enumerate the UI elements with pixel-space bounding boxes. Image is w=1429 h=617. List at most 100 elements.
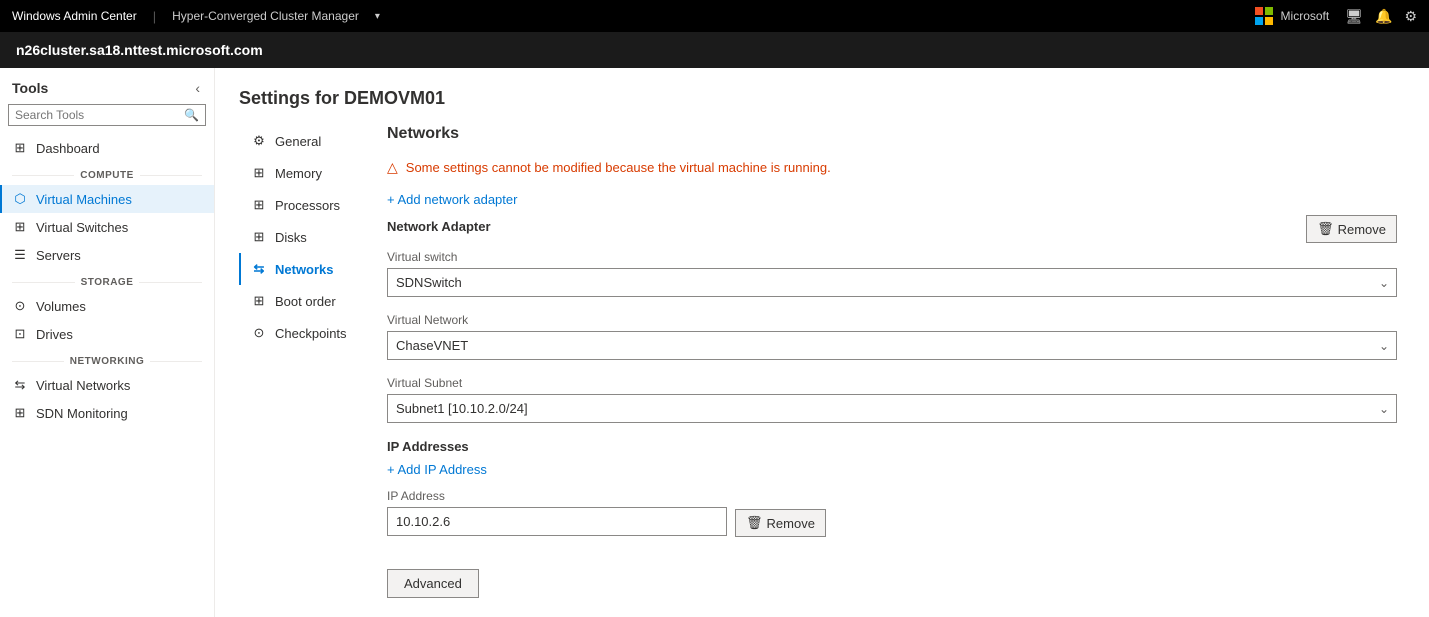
ms-logo-blue (1255, 17, 1263, 25)
virtual-network-select[interactable]: ChaseVNET (387, 331, 1397, 360)
remove-ip-button[interactable]: 🗑 Remove (735, 509, 826, 537)
sidebar-item-label: Drives (36, 327, 73, 342)
left-nav-boot-order[interactable]: ⊞ Boot order (239, 285, 379, 317)
hostname-label: n26cluster.sa18.nttest.microsoft.com (16, 42, 263, 58)
sdn-monitoring-icon: ⊞ (12, 405, 28, 421)
left-nav-memory-label: Memory (275, 166, 322, 181)
left-nav-memory[interactable]: ⊞ Memory (239, 157, 379, 189)
boot-order-icon: ⊞ (251, 293, 267, 309)
cluster-chevron-icon[interactable]: ▾ (375, 11, 380, 22)
left-nav-disks[interactable]: ⊞ Disks (239, 221, 379, 253)
content-area: ⚙ General ⊞ Memory ⊞ Processors ⊞ Disks … (239, 125, 1405, 598)
add-network-adapter-link[interactable]: + Add network adapter (387, 192, 1397, 207)
virtual-subnet-select-wrapper: Subnet1 [10.10.2.0/24] ⌄ (387, 394, 1397, 423)
search-box[interactable]: 🔍 (8, 104, 206, 126)
sidebar-item-virtual-networks[interactable]: ⇆ Virtual Networks (0, 371, 214, 399)
virtual-network-field: Virtual Network ChaseVNET ⌄ (387, 313, 1397, 360)
sidebar-item-label: Dashboard (36, 141, 100, 156)
virtual-networks-icon: ⇆ (12, 377, 28, 393)
search-input[interactable] (15, 108, 184, 122)
disks-icon: ⊞ (251, 229, 267, 245)
settings-icon[interactable]: ⚙ (1404, 8, 1417, 25)
volumes-icon: ⊙ (12, 298, 28, 314)
sidebar-item-dashboard[interactable]: ⊞ Dashboard (0, 134, 214, 162)
network-adapter-group: Network Adapter 🗑 Remove Virtual switch … (387, 219, 1397, 598)
add-ip-address-link[interactable]: + Add IP Address (387, 462, 1397, 477)
app-title: Windows Admin Center (12, 9, 137, 23)
general-icon: ⚙ (251, 133, 267, 149)
ip-address-row: IP Address 🗑 Remove (387, 489, 1397, 537)
sidebar-collapse-button[interactable]: ‹ (193, 78, 202, 98)
adapter-header-row: Network Adapter 🗑 Remove (387, 219, 1397, 242)
ip-addresses-label: IP Addresses (387, 439, 1397, 454)
sidebar-item-drives[interactable]: ⊡ Drives (0, 320, 214, 348)
servers-icon: ☰ (12, 247, 28, 263)
remove-adapter-button[interactable]: 🗑 Remove (1306, 215, 1397, 243)
notifications-icon[interactable]: 🔔 (1375, 8, 1392, 25)
virtual-switches-icon: ⊞ (12, 219, 28, 235)
virtual-switch-label: Virtual switch (387, 250, 1397, 264)
virtual-network-select-wrapper: ChaseVNET ⌄ (387, 331, 1397, 360)
topbar-separator: | (153, 9, 156, 24)
sidebar-header: Tools ‹ (0, 68, 214, 104)
virtual-switch-field: Virtual switch SDNSwitch ⌄ (387, 250, 1397, 297)
left-nav-processors-label: Processors (275, 198, 340, 213)
left-nav-disks-label: Disks (275, 230, 307, 245)
left-nav-checkpoints-label: Checkpoints (275, 326, 347, 341)
left-nav-networks-label: Networks (275, 262, 334, 277)
virtual-subnet-select[interactable]: Subnet1 [10.10.2.0/24] (387, 394, 1397, 423)
microsoft-label: Microsoft (1281, 9, 1330, 23)
memory-icon: ⊞ (251, 165, 267, 181)
warning-icon: △ (387, 159, 398, 176)
advanced-button[interactable]: Advanced (387, 569, 479, 598)
dashboard-icon: ⊞ (12, 140, 28, 156)
sidebar-title: Tools (12, 80, 48, 96)
warning-bar: △ Some settings cannot be modified becau… (387, 159, 1397, 176)
sidebar-item-sdn-monitoring[interactable]: ⊞ SDN Monitoring (0, 399, 214, 427)
sidebar-item-label: SDN Monitoring (36, 406, 128, 421)
virtual-network-label: Virtual Network (387, 313, 1397, 327)
warning-text: Some settings cannot be modified because… (406, 160, 831, 175)
hostbar: n26cluster.sa18.nttest.microsoft.com (0, 32, 1429, 68)
left-nav-general[interactable]: ⚙ General (239, 125, 379, 157)
sidebar-item-label: Servers (36, 248, 81, 263)
trash-icon: 🗑 (1317, 221, 1334, 237)
sidebar-section-networking: Networking (0, 348, 214, 371)
sidebar-item-label: Virtual Networks (36, 378, 130, 393)
sidebar: Tools ‹ 🔍 ⊞ Dashboard Compute ⬡ Virtual … (0, 68, 215, 617)
sidebar-item-volumes[interactable]: ⊙ Volumes (0, 292, 214, 320)
left-nav-processors[interactable]: ⊞ Processors (239, 189, 379, 221)
add-ip-label: + Add IP Address (387, 462, 487, 477)
ms-logo-yellow (1265, 17, 1273, 25)
left-nav-boot-order-label: Boot order (275, 294, 336, 309)
topbar: Windows Admin Center | Hyper-Converged C… (0, 0, 1429, 32)
ip-address-input[interactable] (387, 507, 727, 536)
left-nav-checkpoints[interactable]: ⊙ Checkpoints (239, 317, 379, 349)
virtual-switch-select[interactable]: SDNSwitch (387, 268, 1397, 297)
sidebar-section-compute: Compute (0, 162, 214, 185)
sidebar-item-label: Virtual Machines (36, 192, 132, 207)
checkpoints-icon: ⊙ (251, 325, 267, 341)
ip-address-label: IP Address (387, 489, 727, 503)
sidebar-item-virtual-machines[interactable]: ⬡ Virtual Machines (0, 185, 214, 213)
right-panel: Networks △ Some settings cannot be modif… (379, 125, 1405, 598)
left-nav-general-label: General (275, 134, 321, 149)
ip-addresses-section: IP Addresses + Add IP Address IP Address (387, 439, 1397, 537)
page-title: Settings for DEMOVM01 (239, 88, 1405, 109)
remove-ip-label: Remove (767, 516, 815, 531)
ms-logo-green (1265, 7, 1273, 15)
monitor-icon[interactable]: 🖥 (1345, 8, 1363, 25)
adapter-group-label: Network Adapter (387, 219, 491, 234)
ms-logo-red (1255, 7, 1263, 15)
left-nav-networks[interactable]: ⇆ Networks (239, 253, 379, 285)
cluster-manager-label: Hyper-Converged Cluster Manager (172, 9, 359, 23)
networks-section-title: Networks (387, 125, 1397, 143)
processors-icon: ⊞ (251, 197, 267, 213)
ip-address-field: IP Address (387, 489, 727, 536)
trash-ip-icon: 🗑 (746, 515, 763, 531)
sidebar-item-virtual-switches[interactable]: ⊞ Virtual Switches (0, 213, 214, 241)
search-icon: 🔍 (184, 108, 199, 122)
networks-icon: ⇆ (251, 261, 267, 277)
sidebar-item-servers[interactable]: ☰ Servers (0, 241, 214, 269)
virtual-subnet-label: Virtual Subnet (387, 376, 1397, 390)
